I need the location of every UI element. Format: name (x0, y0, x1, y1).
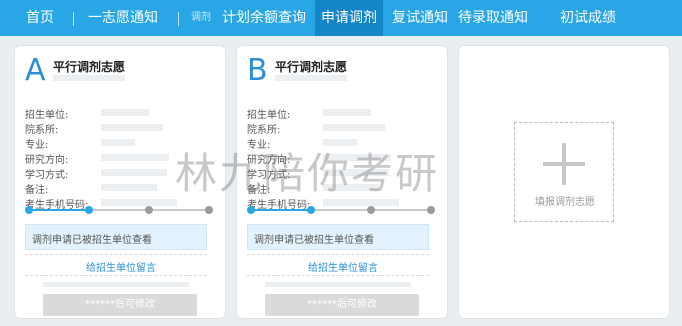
field-value (101, 169, 167, 176)
nav-item-first-choice-notice[interactable]: 一志愿通知 (88, 0, 158, 36)
field-label: 研究方向: (247, 155, 291, 166)
add-adjustment-button[interactable]: 填报调剂志愿 (514, 122, 614, 222)
add-adjustment-card: 填报调剂志愿 (458, 45, 670, 319)
progress-step (25, 206, 33, 214)
notice-text: 调剂申请已被招生单位查看 (32, 235, 152, 246)
status-notice: 调剂申请已被招生单位查看 (247, 224, 429, 250)
progress-step (427, 206, 435, 214)
field-value (101, 139, 135, 146)
top-nav: 首页 一志愿通知 调剂 计划余额查询 申请调剂 复试通知 待录取通知 初试成绩 (0, 0, 682, 36)
field-value (323, 169, 389, 176)
info-placeholder (43, 282, 189, 287)
message-link[interactable]: 给招生单位留言 (237, 259, 449, 274)
card-subtitle-placeholder (275, 75, 347, 81)
progress-step (367, 206, 375, 214)
card-title: 平行调剂志愿 (275, 60, 348, 74)
adjustment-card-b: B 平行调剂志愿 招生单位: 院系所: 专业: 研究方向: 学习方式: 备注: … (236, 45, 448, 319)
divider (247, 254, 429, 255)
field-value (101, 199, 177, 206)
field-value (101, 154, 169, 161)
info-placeholder (265, 282, 411, 287)
divider (247, 275, 429, 276)
progress-step (247, 206, 255, 214)
field-value (101, 184, 157, 191)
divider (25, 254, 207, 255)
progress-step (85, 206, 93, 214)
adjustment-card-a: A 平行调剂志愿 招生单位: 院系所: 专业: 研究方向: 学习方式: 备注: … (14, 45, 226, 319)
card-subtitle-placeholder (53, 75, 125, 81)
nav-item-adjustment[interactable]: 调剂 (191, 0, 211, 36)
card-title: 平行调剂志愿 (53, 60, 126, 74)
nav-divider (73, 12, 74, 26)
field-label: 备注: (25, 185, 49, 196)
progress-step (205, 206, 213, 214)
nav-item-retest-notice[interactable]: 复试通知 (392, 0, 448, 36)
modify-button[interactable]: ******后可修改 (265, 294, 419, 316)
field-label: 备注: (247, 185, 271, 196)
field-value (323, 109, 371, 116)
field-value (323, 139, 357, 146)
field-label: 招生单位: (247, 110, 291, 121)
field-value (323, 184, 379, 191)
progress-track (25, 206, 213, 214)
field-label: 研究方向: (25, 155, 69, 166)
add-adjustment-label: 填报调剂志愿 (535, 197, 595, 208)
card-letter: B (247, 53, 268, 88)
nav-item-home[interactable]: 首页 (26, 0, 54, 36)
field-value (101, 124, 163, 131)
field-label: 院系所: (247, 125, 281, 136)
progress-step (307, 206, 315, 214)
field-label: 学习方式: (247, 170, 291, 181)
field-label: 学习方式: (25, 170, 69, 181)
message-link[interactable]: 给招生单位留言 (15, 259, 227, 274)
progress-fill (29, 209, 90, 211)
field-label: 院系所: (25, 125, 59, 136)
progress-track (247, 206, 435, 214)
field-label: 专业: (247, 140, 271, 151)
nav-item-quota-query[interactable]: 计划余额查询 (222, 0, 306, 36)
nav-item-admission-notice[interactable]: 待录取通知 (458, 0, 528, 36)
plus-icon (543, 143, 585, 185)
nav-divider (178, 12, 179, 26)
field-value (101, 109, 149, 116)
modify-button[interactable]: ******后可修改 (43, 294, 197, 316)
progress-step (145, 206, 153, 214)
field-value (323, 199, 399, 206)
card-letter: A (25, 53, 46, 88)
status-notice: 调剂申请已被招生单位查看 (25, 224, 207, 250)
notice-text: 调剂申请已被招生单位查看 (254, 235, 374, 246)
nav-item-apply-adjustment[interactable]: 申请调剂 (315, 0, 383, 36)
divider (25, 275, 207, 276)
field-value (323, 124, 385, 131)
field-value (323, 154, 391, 161)
field-label: 专业: (25, 140, 49, 151)
nav-item-initial-score[interactable]: 初试成绩 (560, 0, 616, 36)
field-label: 招生单位: (25, 110, 69, 121)
progress-fill (251, 209, 312, 211)
